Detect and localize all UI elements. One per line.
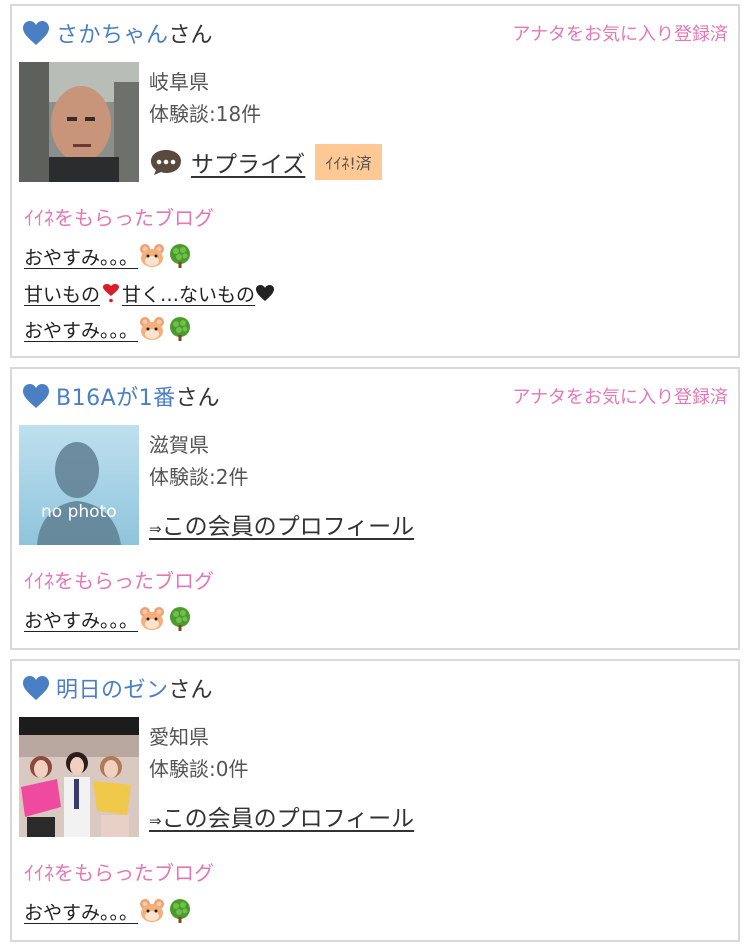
hamster-icon	[140, 244, 165, 267]
surprise-action: サプライズ ｲｲﾈ!済	[149, 144, 382, 180]
tree-icon	[170, 317, 191, 341]
black-heart-icon	[256, 285, 275, 301]
tree-icon	[170, 607, 191, 631]
liked-blogs-title: ｲｲﾈをもらったブログ	[24, 861, 214, 885]
heart-icon	[23, 676, 49, 700]
iine-badge: ｲｲﾈ!済	[315, 144, 382, 180]
member-info: 愛知県 体験談:0件	[149, 721, 248, 785]
tree-icon	[170, 899, 191, 923]
experience-count: 体験談:0件	[149, 757, 249, 781]
member-header: 明日のゼン さん	[22, 671, 213, 705]
hamster-icon	[140, 317, 165, 340]
member-photo[interactable]	[19, 717, 139, 837]
no-photo-caption: no photo	[41, 502, 117, 522]
member-info: 岐阜県 体験談:18件	[149, 66, 261, 130]
member-name-link[interactable]: B16Aが1番	[56, 380, 176, 412]
heart-icon	[23, 21, 49, 45]
member-info: 滋賀県 体験談:2件	[149, 429, 248, 493]
member-photo[interactable]	[19, 62, 139, 182]
blog-link[interactable]: 甘いもの 甘く…ないもの	[24, 277, 275, 309]
profile-link[interactable]: ⇒この会員のプロフィール	[149, 507, 414, 541]
arrow-icon: ⇒	[149, 812, 162, 830]
favorite-status: アナタをお気に入り登録済	[512, 387, 728, 408]
name-suffix: さん	[168, 678, 213, 703]
member-photo[interactable]: no photo	[19, 425, 139, 545]
liked-blogs-title: ｲｲﾈをもらったブログ	[24, 569, 214, 593]
favorite-status: アナタをお気に入り登録済	[512, 24, 728, 45]
prefecture: 滋賀県	[149, 433, 209, 457]
member-card: 明日のゼン さん 愛知県 体験談:0件 ⇒この会員のプロフィール ｲｲﾈをもらっ…	[10, 659, 740, 942]
member-card: B16Aが1番 さん アナタをお気に入り登録済 no photo 滋賀県 体験談…	[10, 367, 740, 650]
member-name-link[interactable]: 明日のゼン	[56, 672, 169, 704]
blog-link[interactable]: おやすみ。。。	[24, 240, 194, 272]
prefecture: 愛知県	[149, 725, 209, 749]
arrow-icon: ⇒	[149, 520, 162, 538]
name-suffix: さん	[168, 23, 213, 48]
blog-link[interactable]: おやすみ。。。	[24, 603, 194, 635]
surprise-link[interactable]: サプライズ	[191, 145, 305, 179]
profile-link[interactable]: ⇒この会員のプロフィール	[149, 799, 414, 833]
heart-exclamation-icon	[103, 284, 120, 303]
hamster-icon	[140, 607, 165, 630]
blog-link[interactable]: おやすみ。。。	[24, 313, 194, 345]
member-header: B16Aが1番 さん	[22, 379, 220, 413]
prefecture: 岐阜県	[149, 70, 209, 94]
member-card: さかちゃん さん アナタをお気に入り登録済 岐阜県 体験談:18件 サプライズ …	[10, 4, 740, 358]
experience-count: 体験談:18件	[149, 102, 262, 126]
member-header: さかちゃん さん	[22, 16, 213, 50]
tree-icon	[170, 244, 191, 268]
liked-blogs-title: ｲｲﾈをもらったブログ	[24, 206, 214, 230]
member-name-link[interactable]: さかちゃん	[56, 17, 169, 49]
heart-icon	[23, 384, 49, 408]
blog-link[interactable]: おやすみ。。。	[24, 895, 194, 927]
experience-count: 体験談:2件	[149, 465, 249, 489]
name-suffix: さん	[175, 386, 220, 411]
no-photo-placeholder: no photo	[19, 425, 139, 545]
speech-bubble-icon	[151, 150, 181, 175]
hamster-icon	[140, 899, 165, 922]
